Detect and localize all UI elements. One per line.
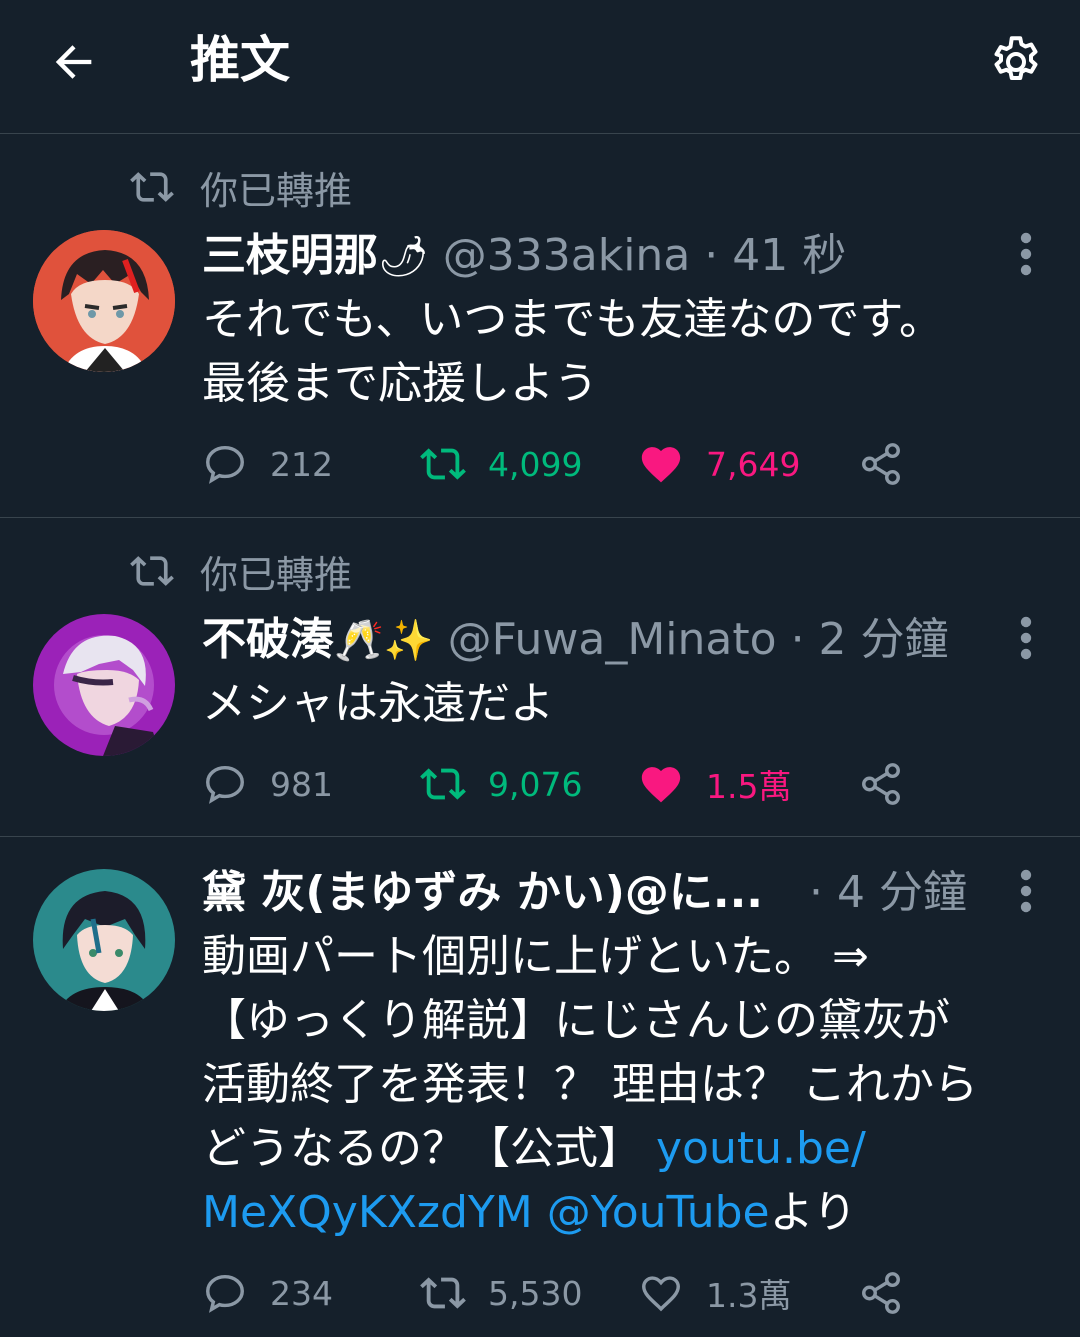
retweet-label: 你已轉推 <box>200 552 353 597</box>
like-count: 1.5萬 <box>706 767 792 806</box>
like-button[interactable]: 7,649 <box>638 434 800 494</box>
retweet-label: 你已轉推 <box>200 168 353 213</box>
timestamp[interactable]: · 4 分鐘 <box>809 867 967 918</box>
tweet-text: それでも、いつまでも友達なのです。 最後まで応援しよう <box>202 294 943 409</box>
share-button[interactable] <box>858 754 926 814</box>
retweet-count: 9,076 <box>488 764 583 804</box>
tweet-3[interactable]: 黛 灰(まゆずみ かい)@に... · 4 分鐘 動画パート個別に上げといた。 … <box>0 837 1080 1337</box>
retweet-count: 5,530 <box>488 1273 583 1313</box>
reply-icon <box>206 1274 244 1313</box>
retweet-button[interactable]: 4,099 <box>420 434 582 494</box>
share-button[interactable] <box>858 434 926 494</box>
retweet-indicator: 你已轉推 <box>130 546 353 597</box>
retweet-count: 4,099 <box>488 444 583 484</box>
top-bar: 推文 <box>0 0 1080 134</box>
like-count: 1.3萬 <box>706 1276 792 1315</box>
back-arrow-icon[interactable] <box>48 36 100 88</box>
display-name[interactable]: 不破湊 <box>202 614 334 665</box>
share-icon <box>862 1272 900 1314</box>
reply-button[interactable]: 234 <box>202 1263 333 1323</box>
name-emoji: 🥂✨ <box>334 618 434 664</box>
retweet-icon <box>420 1277 466 1309</box>
avatar[interactable] <box>33 869 175 1011</box>
tweet-text: 動画パート個別に上げといた。 ⇒ 【ゆっくり解説】にじさんじの黛灰が 活動終了を… <box>202 925 1047 1245</box>
tweet-header: 黛 灰(まゆずみ かい)@に... · 4 分鐘 <box>202 861 990 925</box>
tweet-actions: 981 9,076 1.5萬 <box>202 754 962 814</box>
name-emoji: 🌶 <box>378 234 429 280</box>
tweet-text-suffix: より <box>769 1187 857 1238</box>
reply-count: 212 <box>270 444 333 484</box>
display-name[interactable]: 三枝明那 <box>202 230 378 281</box>
page-title: 推文 <box>190 31 290 89</box>
display-name[interactable]: 黛 灰(まゆずみ かい)@に... <box>202 867 763 918</box>
retweet-button[interactable]: 5,530 <box>420 1263 582 1323</box>
retweet-icon <box>130 556 174 586</box>
heart-filled-icon <box>641 767 681 803</box>
heart-filled-icon <box>641 447 681 483</box>
retweet-icon <box>420 768 466 800</box>
more-options-icon[interactable] <box>1014 616 1038 660</box>
timestamp[interactable]: · 41 秒 <box>704 230 846 281</box>
user-handle[interactable]: @Fuwa_Minato <box>448 614 777 665</box>
like-button[interactable]: 1.3萬 <box>638 1263 791 1323</box>
more-options-icon[interactable] <box>1014 869 1038 913</box>
tweet-header: 不破湊🥂✨ @Fuwa_Minato · 2 分鐘 <box>202 608 990 672</box>
reply-count: 234 <box>270 1273 333 1313</box>
share-button[interactable] <box>858 1263 926 1323</box>
avatar-image <box>33 230 175 372</box>
mention-link[interactable]: @YouTube <box>533 1187 770 1238</box>
like-button[interactable]: 1.5萬 <box>638 754 791 814</box>
reply-icon <box>206 445 244 484</box>
retweet-indicator: 你已轉推 <box>130 162 353 213</box>
tweet-text: メシャは永遠だよ <box>202 678 554 729</box>
reply-count: 981 <box>270 764 333 804</box>
user-handle[interactable]: @333akina <box>443 230 691 281</box>
settings-gear-icon[interactable] <box>986 32 1046 92</box>
timestamp[interactable]: · 2 分鐘 <box>791 614 949 665</box>
retweet-button[interactable]: 9,076 <box>420 754 582 814</box>
more-options-icon[interactable] <box>1014 232 1038 276</box>
avatar[interactable] <box>33 614 175 756</box>
share-icon <box>862 443 900 485</box>
tweet-actions: 234 5,530 1.3萬 <box>202 1263 962 1323</box>
heart-outline-icon <box>642 1276 680 1312</box>
avatar[interactable] <box>33 230 175 372</box>
tweet-actions: 212 4,099 7,649 <box>202 434 962 494</box>
tweet-2[interactable]: 你已轉推 不破湊🥂✨ @Fuwa_Minato · 2 分鐘 メシャは永遠だよ … <box>0 518 1080 837</box>
share-icon <box>862 763 900 805</box>
reply-button[interactable]: 981 <box>202 754 333 814</box>
reply-icon <box>206 765 244 804</box>
tweet-header: 三枝明那🌶 @333akina · 41 秒 <box>202 224 990 288</box>
like-count: 7,649 <box>706 444 801 484</box>
tweet-1[interactable]: 你已轉推 三枝明那🌶 @333akina · 41 秒 それでも、いつまでも友達… <box>0 134 1080 518</box>
avatar-image <box>33 869 175 1011</box>
retweet-icon <box>420 448 466 480</box>
avatar-image <box>33 614 175 756</box>
reply-button[interactable]: 212 <box>202 434 333 494</box>
retweet-icon <box>130 172 174 202</box>
